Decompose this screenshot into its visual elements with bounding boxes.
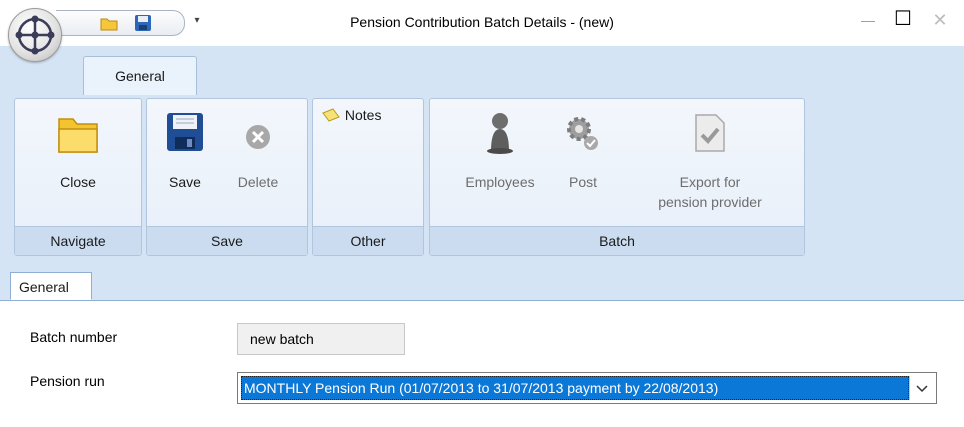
close-button-label: Close xyxy=(60,174,96,190)
person-icon xyxy=(487,113,513,154)
document-tab-strip: General xyxy=(0,260,964,301)
batch-number-label: Batch number xyxy=(30,329,118,345)
navigate-group-label: Navigate xyxy=(15,226,141,255)
chevron-down-icon[interactable] xyxy=(909,376,934,400)
application-menu-button[interactable] xyxy=(8,8,62,62)
pension-run-select[interactable]: MONTHLY Pension Run (01/07/2013 to 31/07… xyxy=(237,372,937,404)
gears-icon xyxy=(567,117,598,150)
batch-group-label: Batch xyxy=(430,226,804,255)
pension-run-label: Pension run xyxy=(30,373,105,389)
other-group-label: Other xyxy=(313,226,423,255)
app-logo-icon xyxy=(15,15,55,55)
employees-button[interactable]: Employees xyxy=(440,109,560,192)
title-bar: ▾ Pension Contribution Batch Details - (… xyxy=(0,0,964,62)
ribbon: Close Navigate Save Delete Save Notes Ot… xyxy=(0,94,964,260)
post-button[interactable]: Post xyxy=(552,109,614,192)
batch-details-form: Batch number new batch Pension run MONTH… xyxy=(0,301,964,427)
batch-group: Employees Post Export for pension provid… xyxy=(429,98,805,256)
folder-icon xyxy=(58,118,98,153)
export-button-label-line1: Export for xyxy=(679,174,741,190)
maximize-button[interactable]: ☐ xyxy=(883,6,923,34)
delete-button[interactable]: Delete xyxy=(223,109,293,192)
window-title: Pension Contribution Batch Details - (ne… xyxy=(350,14,614,30)
delete-button-label: Delete xyxy=(237,174,279,190)
save-group-label: Save xyxy=(147,226,307,255)
tab-general-form[interactable]: General xyxy=(10,272,92,300)
batch-number-field[interactable]: new batch xyxy=(237,323,405,355)
notes-button[interactable]: Notes xyxy=(321,107,415,125)
export-button-label-line2: pension provider xyxy=(658,194,762,210)
save-button[interactable]: Save xyxy=(155,109,215,192)
notes-button-label: Notes xyxy=(344,107,382,123)
save-group: Save Delete Save xyxy=(146,98,308,256)
pension-run-selected-value: MONTHLY Pension Run (01/07/2013 to 31/07… xyxy=(241,376,909,400)
sticky-note-icon xyxy=(322,108,340,122)
post-button-label: Post xyxy=(568,174,597,190)
close-window-button[interactable]: ✕ xyxy=(920,6,960,34)
minimize-button[interactable]: — xyxy=(848,6,888,34)
other-group: Notes Other xyxy=(312,98,424,256)
delete-icon xyxy=(246,125,270,149)
close-button[interactable]: Close xyxy=(39,109,117,192)
save-disk-icon xyxy=(167,113,203,151)
employees-button-label: Employees xyxy=(465,174,535,190)
document-check-icon xyxy=(695,114,725,152)
tab-general[interactable]: General xyxy=(83,56,197,95)
export-for-pension-provider-button[interactable]: Export for pension provider xyxy=(630,109,790,212)
navigate-group: Close Navigate xyxy=(14,98,142,256)
save-button-label: Save xyxy=(169,174,201,190)
